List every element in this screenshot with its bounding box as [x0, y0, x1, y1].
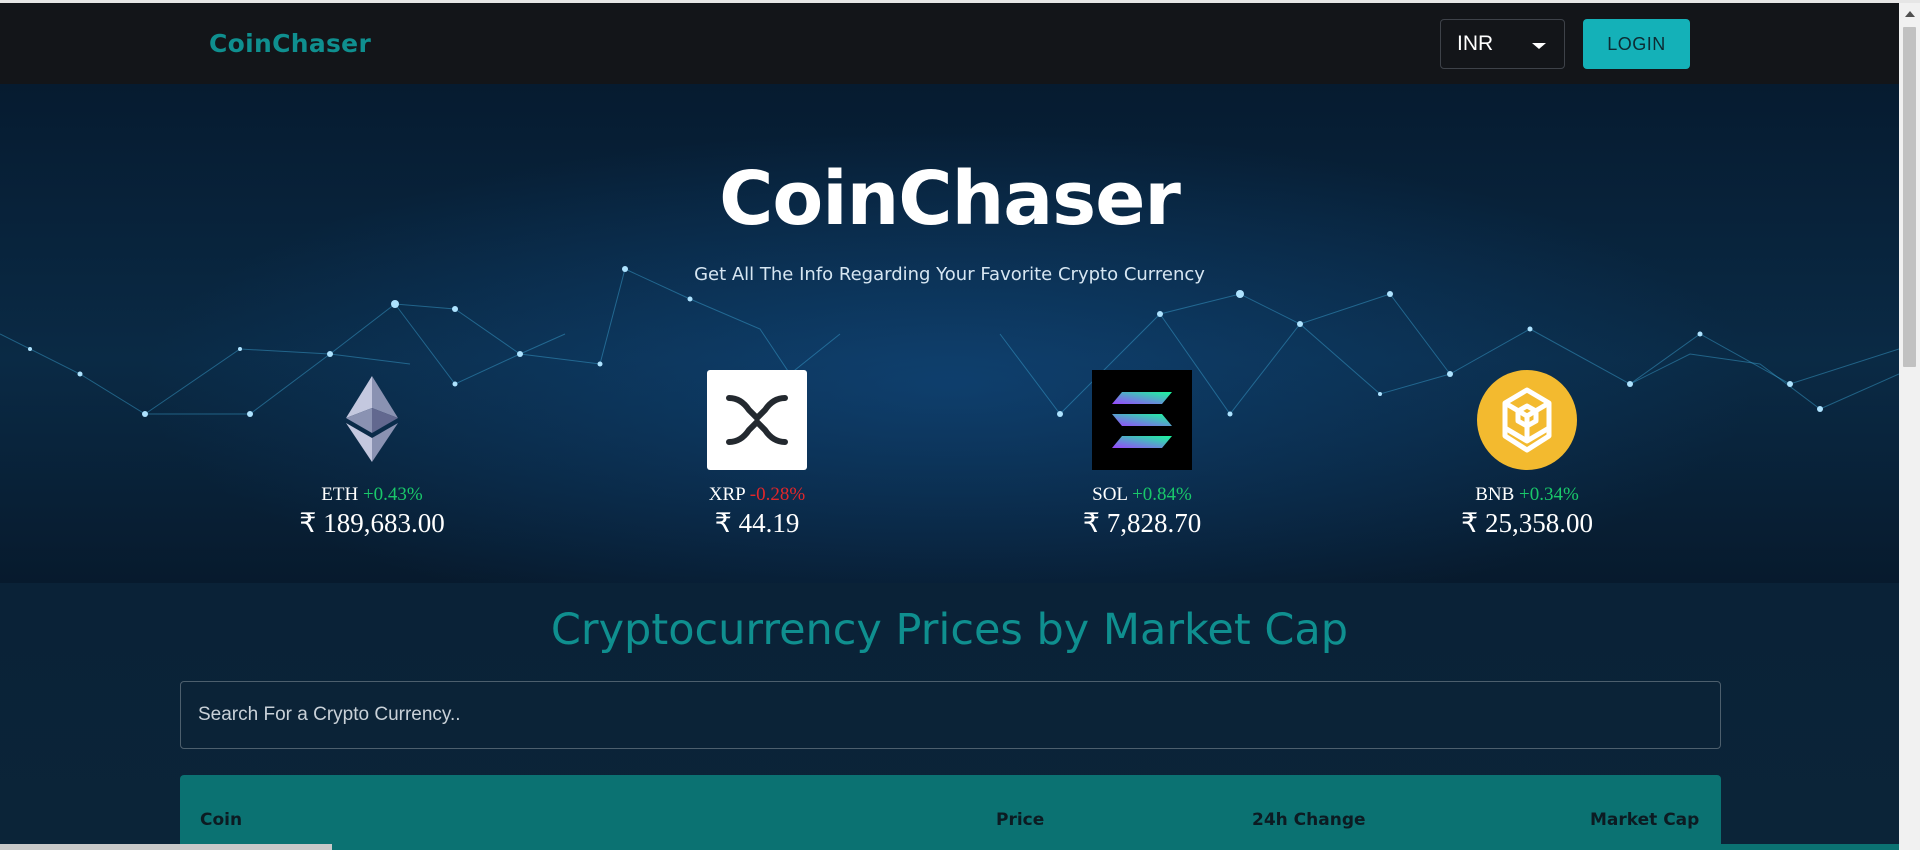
vertical-scrollbar[interactable] [1899, 3, 1920, 850]
caret-down-icon [1532, 43, 1546, 49]
column-header-24h-change[interactable]: 24h Change [1252, 810, 1366, 830]
carousel-coin-sol[interactable]: SOL +0.84% ₹ 7,828.70 [1032, 370, 1252, 539]
solana-icon [1092, 370, 1192, 470]
xrp-icon [707, 370, 807, 470]
hero-subtitle: Get All The Info Regarding Your Favorite… [694, 264, 1205, 285]
coin-change: +0.34% [1519, 484, 1579, 505]
coin-symbol: XRP [708, 484, 746, 505]
market-section-title: Cryptocurrency Prices by Market Cap [550, 605, 1349, 655]
table-header-row: Coin Price 24h Change Market Cap [180, 775, 1721, 850]
currency-select[interactable]: INR [1440, 19, 1565, 69]
hero-banner: CoinChaser Get All The Info Regarding Yo… [0, 84, 1899, 583]
column-header-coin[interactable]: Coin [200, 810, 242, 830]
bnb-icon [1477, 370, 1577, 470]
horizontal-scrollbar-thumb[interactable] [0, 844, 332, 850]
carousel-coin-eth[interactable]: ETH +0.43% ₹ 189,683.00 [262, 370, 482, 539]
coin-symbol: SOL [1092, 484, 1128, 505]
column-header-price[interactable]: Price [996, 810, 1044, 830]
coin-price: ₹ 44.19 [714, 508, 800, 538]
horizontal-scrollbar[interactable] [0, 844, 1899, 850]
coin-change: -0.28% [749, 484, 806, 505]
page: CoinChaser INR LOGIN CoinChaser Get All … [0, 0, 1920, 850]
carousel-coin-bnb[interactable]: BNB +0.34% ₹ 25,358.00 [1417, 370, 1637, 539]
vertical-scrollbar-thumb[interactable] [1903, 27, 1916, 367]
top-navbar: CoinChaser INR LOGIN [0, 3, 1899, 84]
coin-change: +0.43% [362, 484, 423, 505]
search-input[interactable]: Search For a Crypto Currency.. [180, 681, 1721, 749]
column-header-market-cap[interactable]: Market Cap [1590, 810, 1699, 830]
brand-logo-text[interactable]: CoinChaser [209, 29, 371, 58]
coin-change: +0.84% [1132, 484, 1192, 505]
hero-title: CoinChaser [719, 156, 1181, 242]
coin-price: ₹ 7,828.70 [1082, 508, 1202, 538]
ethereum-icon [322, 370, 422, 470]
currency-select-value: INR [1457, 32, 1494, 55]
coin-price: ₹ 25,358.00 [1461, 508, 1593, 538]
scroll-up-arrow-icon[interactable] [1905, 11, 1915, 17]
coin-price: ₹ 189,683.00 [299, 508, 445, 538]
search-placeholder: Search For a Crypto Currency.. [198, 704, 461, 725]
market-cap-section: Cryptocurrency Prices by Market Cap Sear… [0, 583, 1899, 850]
coin-symbol: ETH [321, 484, 359, 505]
carousel-coin-xrp[interactable]: XRP -0.28% ₹ 44.19 [647, 370, 867, 539]
coin-symbol: BNB [1475, 484, 1515, 505]
login-button[interactable]: LOGIN [1583, 19, 1690, 69]
